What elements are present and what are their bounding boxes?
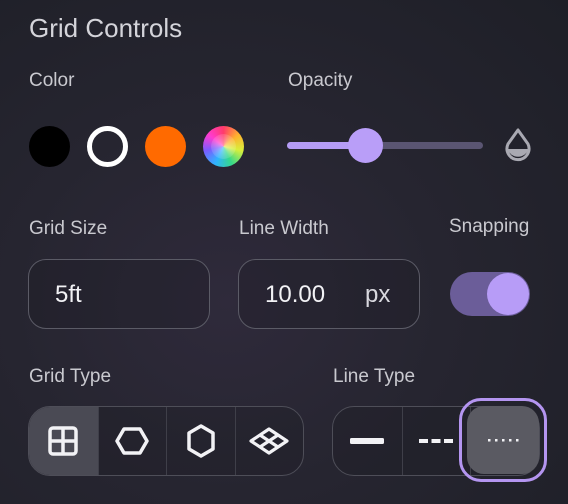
hex-horizontal-icon: [115, 427, 149, 455]
snapping-toggle[interactable]: [450, 272, 530, 316]
opacity-slider[interactable]: [287, 128, 483, 163]
dashed-line-icon: [419, 439, 454, 443]
square-grid-icon: [48, 426, 78, 456]
line-width-unit: px: [365, 281, 391, 308]
isometric-grid-icon: [249, 427, 289, 455]
grid-type-label: Grid Type: [29, 366, 112, 387]
hex-vertical-icon: [187, 424, 215, 458]
line-type-dotted-active: [467, 406, 539, 474]
line-width-value: 10.00: [265, 281, 326, 308]
grid-size-value: 5ft: [55, 281, 82, 308]
swatch-black[interactable]: [29, 126, 70, 167]
line-type-solid[interactable]: [333, 407, 402, 475]
opacity-label: Opacity: [288, 70, 353, 91]
dotted-line-icon: [488, 439, 519, 442]
grid-size-input[interactable]: 5ft: [28, 259, 210, 329]
opacity-slider-thumb[interactable]: [347, 128, 383, 163]
snapping-label: Snapping: [449, 216, 530, 237]
swatch-white-selected[interactable]: [87, 126, 128, 167]
solid-line-icon: [350, 438, 385, 444]
grid-type-selector: [28, 406, 304, 476]
grid-type-hex-vertical[interactable]: [166, 407, 235, 475]
line-type-dotted[interactable]: [459, 398, 547, 482]
line-width-input[interactable]: 10.00 px: [238, 259, 420, 329]
swatch-sheen: [211, 134, 236, 159]
grid-type-isometric[interactable]: [234, 407, 304, 475]
grid-type-hex-horizontal[interactable]: [97, 407, 167, 475]
color-label: Color: [29, 70, 75, 91]
panel-title: Grid Controls: [29, 13, 183, 43]
grid-type-square[interactable]: [29, 407, 98, 475]
grid-controls-panel: Grid Controls Color Opacity Grid Size 5f…: [0, 0, 568, 504]
swatch-custom-color[interactable]: [203, 126, 244, 167]
snapping-toggle-knob: [487, 273, 529, 315]
line-width-label: Line Width: [239, 218, 329, 239]
swatch-orange[interactable]: [145, 126, 186, 167]
grid-size-label: Grid Size: [29, 218, 108, 239]
line-type-label: Line Type: [333, 366, 416, 387]
opacity-drop-icon: [502, 127, 534, 168]
